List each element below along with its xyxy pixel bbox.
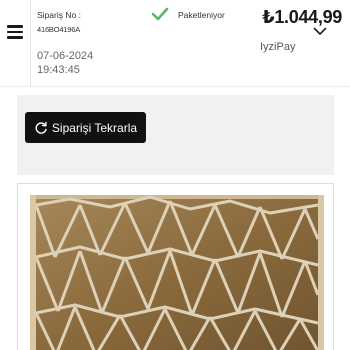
order-time: 19:43:45 <box>37 64 80 76</box>
order-number-label: Sipariş No : <box>37 10 81 20</box>
reorder-button[interactable]: Siparişi Tekrarla <box>25 112 146 143</box>
order-number-value: 416BO4196A <box>37 25 81 34</box>
order-detail-screen: Sipariş No : 416BO4196A 07-06-2024 19:43… <box>0 0 350 350</box>
header-divider <box>0 86 350 87</box>
divider <box>30 0 31 86</box>
order-date: 07-06-2024 <box>37 50 94 62</box>
checkmark-icon <box>151 7 169 21</box>
hamburger-menu-icon[interactable] <box>7 25 23 39</box>
product-image[interactable] <box>30 195 324 350</box>
order-total-price: ₺1.044,99 <box>262 7 342 27</box>
order-status: Paketleniyor <box>178 10 225 20</box>
chevron-down-icon[interactable] <box>313 27 327 36</box>
reorder-button-label: Siparişi Tekrarla <box>51 120 138 135</box>
refresh-icon <box>35 121 47 134</box>
payment-method: IyziPay <box>260 41 296 53</box>
